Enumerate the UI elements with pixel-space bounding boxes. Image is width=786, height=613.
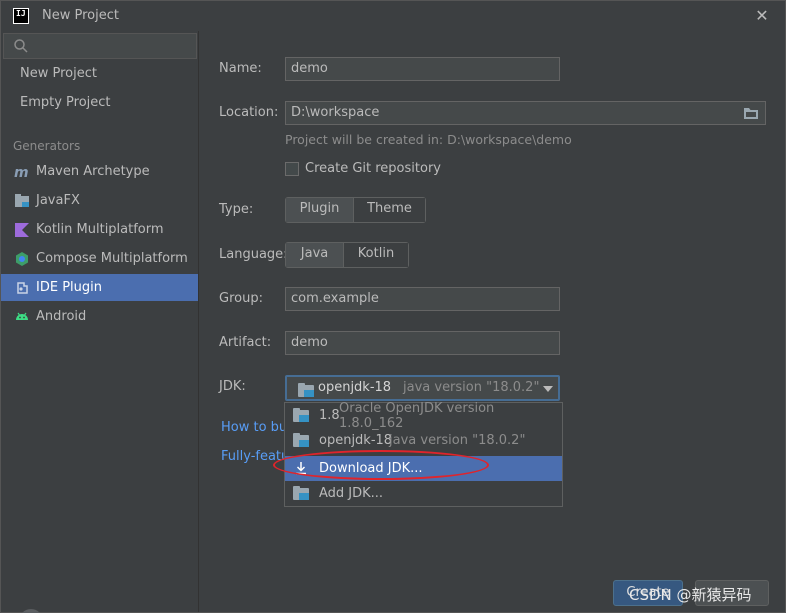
- sidebar-item-compose-multiplatform[interactable]: Compose Multiplatform: [1, 245, 198, 272]
- sidebar-item-new-project[interactable]: New Project: [1, 60, 198, 87]
- watermark: CSDN @新猿异码: [629, 586, 752, 604]
- sidebar-item-label: Kotlin Multiplatform: [36, 222, 164, 237]
- type-option-theme[interactable]: Theme: [353, 198, 425, 222]
- browse-folder-icon[interactable]: [743, 106, 759, 120]
- jdk-selected-version: java version "18.0.2": [403, 380, 540, 395]
- how-to-build-link[interactable]: How to bu: [221, 420, 287, 435]
- location-hint: Project will be created in: D:\workspace…: [285, 132, 572, 147]
- jdk-selected-name: openjdk-18: [318, 380, 392, 395]
- git-checkbox-label: Create Git repository: [305, 161, 441, 176]
- jdk-folder-icon: [293, 408, 309, 422]
- android-icon: [16, 312, 28, 320]
- jdk-option-name: Add JDK...: [319, 486, 384, 501]
- jdk-dropdown[interactable]: openjdk-18 java version "18.0.2": [285, 375, 560, 401]
- add-jdk-option[interactable]: Add JDK...: [285, 481, 562, 506]
- location-value: D:\workspace: [291, 105, 380, 120]
- jdk-option-name: 1.8: [319, 408, 340, 423]
- help-button[interactable]: ?: [19, 609, 43, 613]
- jdk-option-1-8[interactable]: 1.8 Oracle OpenJDK version 1.8.0_162: [285, 400, 562, 431]
- artifact-field[interactable]: demo: [285, 331, 560, 355]
- sidebar-item-android[interactable]: Android: [1, 303, 198, 330]
- sidebar-item-label: IDE Plugin: [36, 280, 102, 295]
- language-label: Language:: [219, 247, 288, 262]
- name-field[interactable]: demo: [285, 57, 560, 81]
- type-label: Type:: [219, 202, 254, 217]
- search-input[interactable]: [32, 36, 192, 56]
- sidebar-item-kotlin-multiplatform[interactable]: Kotlin Multiplatform: [1, 216, 198, 243]
- close-icon[interactable]: ✕: [753, 7, 771, 25]
- search-box[interactable]: [3, 33, 197, 59]
- artifact-label: Artifact:: [219, 335, 272, 350]
- kotlin-icon: [15, 223, 29, 237]
- new-project-dialog: IJ New Project ✕ New Project Empty Proje…: [0, 0, 786, 613]
- sidebar-item-label: Maven Archetype: [36, 164, 150, 179]
- language-option-kotlin[interactable]: Kotlin: [343, 243, 408, 267]
- sidebar-item-label: New Project: [20, 66, 97, 81]
- jdk-option-detail: Oracle OpenJDK version 1.8.0_162: [339, 400, 495, 431]
- language-toggle: Java Kotlin: [285, 242, 409, 268]
- sidebar-item-label: Android: [36, 309, 87, 324]
- annotation-circle: [273, 450, 489, 480]
- location-field[interactable]: D:\workspace: [285, 101, 766, 125]
- jdk-folder-icon: [298, 383, 314, 397]
- group-field[interactable]: com.example: [285, 287, 560, 311]
- jdk-option-openjdk-18[interactable]: openjdk-18 java version "18.0.2": [285, 428, 562, 453]
- jdk-option-name: openjdk-18: [319, 433, 393, 448]
- sidebar: New Project Empty Project Generators m M…: [1, 31, 199, 613]
- location-label: Location:: [219, 105, 279, 120]
- type-toggle: Plugin Theme: [285, 197, 426, 223]
- generators-heading: Generators: [13, 139, 81, 153]
- group-label: Group:: [219, 291, 263, 306]
- sidebar-item-ide-plugin[interactable]: IDE Plugin: [1, 274, 198, 301]
- language-option-java[interactable]: Java: [286, 243, 343, 267]
- maven-icon: m: [14, 165, 29, 180]
- sidebar-item-javafx[interactable]: JavaFX: [1, 187, 198, 214]
- plugin-icon: [17, 282, 28, 294]
- sidebar-item-empty-project[interactable]: Empty Project: [1, 89, 198, 116]
- jdk-option-detail: java version "18.0.2": [389, 433, 526, 448]
- jdk-folder-icon: [293, 486, 309, 500]
- project-settings-panel: Name: demo Location: D:\workspace Projec…: [199, 31, 785, 612]
- javafx-icon: [15, 194, 29, 207]
- chevron-down-icon[interactable]: [543, 385, 553, 393]
- window-title: New Project: [42, 8, 119, 23]
- name-label: Name:: [219, 61, 262, 76]
- sidebar-item-label: JavaFX: [36, 193, 80, 208]
- jdk-folder-icon: [293, 433, 309, 447]
- svg-text:m: m: [14, 165, 29, 180]
- git-checkbox[interactable]: [285, 162, 299, 176]
- sidebar-item-label: Empty Project: [20, 95, 111, 110]
- compose-icon: [16, 252, 28, 266]
- sidebar-item-label: Compose Multiplatform: [36, 251, 188, 266]
- type-option-plugin[interactable]: Plugin: [286, 198, 353, 222]
- sidebar-item-maven-archetype[interactable]: m Maven Archetype: [1, 158, 198, 185]
- jdk-label: JDK:: [219, 379, 246, 394]
- search-icon: [14, 39, 28, 53]
- title-bar: IJ New Project ✕: [1, 1, 785, 31]
- intellij-logo-icon: IJ: [13, 8, 29, 24]
